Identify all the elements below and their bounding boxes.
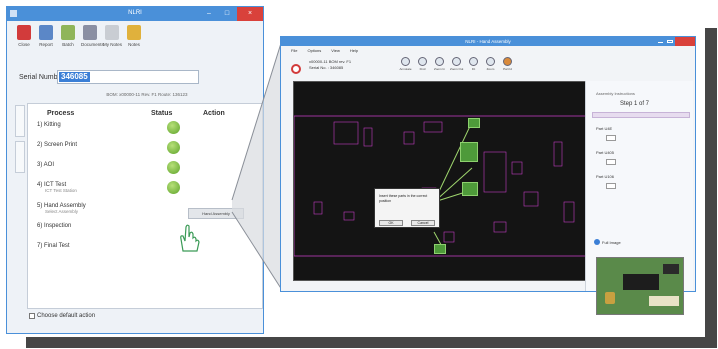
image-icon bbox=[594, 239, 600, 245]
hand-assembly-window: NLRI - Hand Assembly File Options View Help… bbox=[280, 36, 696, 315]
dialog-cancel-button[interactable]: Cancel bbox=[411, 220, 435, 226]
step-counter: Step 1 of 7 bbox=[620, 101, 650, 107]
panel-header: Assembly Instructions bbox=[596, 91, 635, 96]
serial-info: Serial No. : 346085 bbox=[309, 65, 344, 70]
tool-button-zoom-in[interactable]: Zoom In bbox=[433, 57, 446, 71]
photo-chip bbox=[623, 274, 659, 290]
part-view-button[interactable] bbox=[606, 159, 616, 165]
pencil-icon bbox=[401, 57, 410, 66]
view-tools: Annotate Find Zoom In Zoom Out Fit Zoom Part I… bbox=[399, 57, 514, 71]
highlighted-part[interactable] bbox=[468, 118, 480, 128]
photo-label-sticker bbox=[649, 296, 679, 306]
menu-item-help[interactable]: Help bbox=[350, 48, 358, 53]
assembly-title-bar: NLRI - Hand Assembly bbox=[281, 37, 695, 46]
instruction-dialog: Insert these parts in the correct positi… bbox=[374, 188, 440, 228]
tool-label: Zoom bbox=[486, 67, 495, 71]
zoom-icon bbox=[486, 57, 495, 66]
tool-label: Annotate bbox=[399, 67, 412, 71]
highlighted-part[interactable] bbox=[462, 182, 478, 196]
part-label: Part U405 bbox=[596, 150, 615, 155]
full-image-label: Full Image bbox=[602, 239, 621, 245]
dialog-message: Insert these parts in the correct positi… bbox=[379, 194, 428, 203]
part-label: Part U4E bbox=[596, 126, 613, 131]
zoom-out-icon bbox=[452, 57, 461, 66]
tool-label: Find bbox=[419, 67, 426, 71]
tool-button-zoom-out[interactable]: Zoom Out bbox=[450, 57, 463, 71]
zoom-in-icon bbox=[435, 57, 444, 66]
tool-button-find[interactable]: Find bbox=[416, 57, 429, 71]
part-view-button[interactable] bbox=[606, 183, 616, 189]
tool-button-zoom[interactable]: Zoom bbox=[484, 57, 497, 71]
part-label: Part U106 bbox=[596, 174, 615, 179]
part-id-icon bbox=[503, 57, 512, 66]
full-image-button[interactable]: Full Image bbox=[594, 239, 621, 245]
dialog-ok-button[interactable]: OK bbox=[379, 220, 403, 226]
highlighted-part[interactable] bbox=[434, 244, 446, 254]
tool-label: Zoom In bbox=[433, 67, 445, 71]
pcb-board-view[interactable]: Insert these parts in the correct positi… bbox=[293, 81, 590, 281]
menu-item-options[interactable]: Options bbox=[307, 48, 321, 53]
menu-item-view[interactable]: View bbox=[331, 48, 340, 53]
fit-icon bbox=[469, 57, 478, 66]
assembly-minimize-button[interactable] bbox=[658, 42, 663, 43]
menu-item-file[interactable]: File bbox=[291, 48, 297, 53]
tool-label: Zoom Out bbox=[450, 67, 464, 71]
tool-label: Part Id bbox=[503, 67, 512, 71]
stop-icon[interactable] bbox=[291, 64, 301, 74]
part-view-button[interactable] bbox=[606, 135, 616, 141]
assembly-maximize-button[interactable] bbox=[667, 40, 673, 43]
tool-button-part-id[interactable]: Part Id bbox=[501, 57, 514, 71]
photo-chip bbox=[663, 264, 679, 274]
assembly-toolbar bbox=[291, 56, 301, 82]
find-icon bbox=[418, 57, 427, 66]
tool-button-annotate[interactable]: Annotate bbox=[399, 57, 412, 71]
assembly-close-button[interactable] bbox=[675, 37, 695, 46]
assembly-window-title: NLRI - Hand Assembly bbox=[465, 39, 511, 44]
menu-bar: File Options View Help bbox=[291, 48, 358, 53]
highlighted-part[interactable] bbox=[460, 142, 478, 162]
photo-capacitor bbox=[605, 292, 615, 304]
assembly-info: x00000-11 BOM rev. F1 Serial No. : 34608… bbox=[309, 59, 351, 71]
board-photo bbox=[596, 257, 684, 315]
tool-button-fit[interactable]: Fit bbox=[467, 57, 480, 71]
instruction-panel: Assembly Instructions Step 1 of 7 Part U… bbox=[585, 81, 693, 315]
tool-label: Fit bbox=[471, 67, 476, 71]
step-progress bbox=[592, 112, 690, 118]
